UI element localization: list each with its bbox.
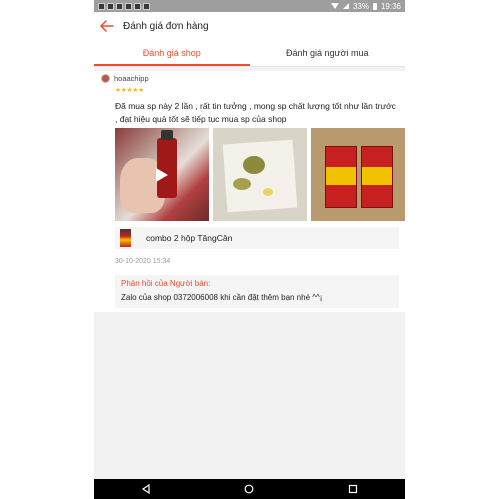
nav-back-button[interactable] [139,482,153,496]
notification-icon [143,2,150,10]
review-text: Đã mua sp này 2 lần , rất tin tưởng , mo… [115,101,396,124]
app-header: Đánh giá đơn hàng [94,12,405,40]
phone-screen: 33% 19:36 Đánh giá đơn hàng Đánh giá sho… [94,0,405,499]
photo-product-box [325,146,357,208]
battery-percent: 33% [352,1,369,11]
notification-icons [98,2,150,10]
notification-icon [98,2,105,10]
product-thumbnail [120,229,131,247]
product-link[interactable]: combo 2 hộp TăngCân [115,227,399,249]
seller-reply: Phản hồi của Người bán: Zalo của shop 03… [115,275,399,308]
photo-herb [233,178,251,190]
box-band [326,167,356,185]
triangle-back-icon [141,484,150,494]
back-button[interactable] [99,18,115,34]
reviewer-row: hoaachipp [101,74,149,83]
product-name: combo 2 hộp TăngCân [146,233,233,243]
seller-reply-text: Zalo của shop 0372006008 khi cần đặt thê… [121,293,323,302]
circle-home-icon [245,484,254,494]
status-bar: 33% 19:36 [94,0,405,12]
box-band [362,167,392,185]
reviewer-name: hoaachipp [114,74,149,83]
play-icon [156,168,168,182]
page-title: Đánh giá đơn hàng [123,20,209,32]
android-nav-bar [94,479,405,499]
seller-reply-label: Phản hồi của Người bán: [121,279,211,288]
review-tabs: Đánh giá shop Đánh giá người mua [94,40,405,67]
avatar [101,74,110,83]
review-photo[interactable] [311,128,405,221]
arrow-left-icon [100,20,114,32]
wifi-icon [330,3,339,9]
right-margin [405,0,499,499]
left-margin [0,0,94,499]
photo-pill [263,188,273,196]
review-date: 30-10-2020 15:34 [115,258,171,265]
notification-icon [107,2,114,10]
review-card: hoaachipp ★★★★★ Đã mua sp này 2 lần , rấ… [94,71,405,312]
status-time: 19:36 [380,1,401,11]
review-photo[interactable] [213,128,307,221]
review-media [115,128,405,221]
signal-icon [342,3,349,9]
photo-herb [243,156,265,174]
nav-recents-button[interactable] [346,482,360,496]
tab-buyer-review[interactable]: Đánh giá người mua [250,40,406,66]
review-video[interactable] [115,128,209,221]
notification-icon [125,2,132,10]
battery-icon [372,2,377,10]
tab-shop-review[interactable]: Đánh giá shop [94,40,250,66]
rating-stars: ★★★★★ [115,87,145,94]
nav-home-button[interactable] [242,482,256,496]
square-recents-icon [349,484,358,494]
photo-product-box [361,146,393,208]
notification-icon [134,2,141,10]
photo-paper [222,139,298,213]
notification-icon [116,2,123,10]
